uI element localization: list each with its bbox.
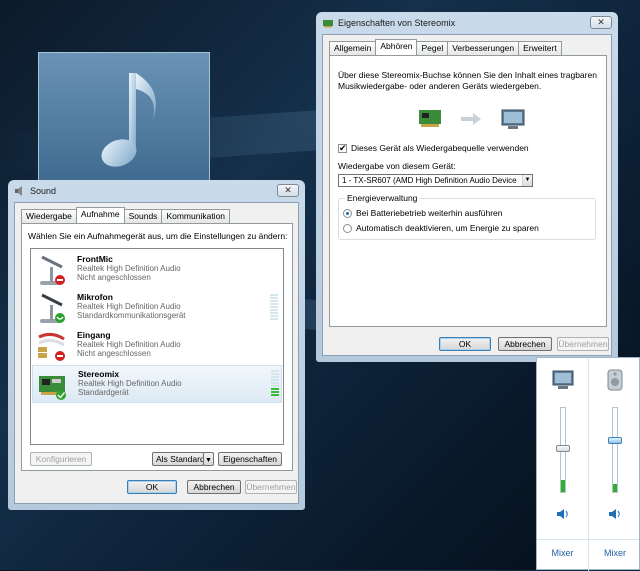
list-item[interactable]: Eingang Realtek High Definition Audio Ni… — [32, 327, 282, 365]
tab-wiedergabe[interactable]: Wiedergabe — [21, 209, 77, 223]
speaker-icon — [14, 185, 26, 197]
sound-titlebar[interactable]: Sound — [8, 180, 305, 202]
device-name: Eingang — [77, 330, 111, 340]
list-item[interactable]: Mikrofon Realtek High Definition Audio S… — [32, 289, 282, 327]
device-name: Mikrofon — [77, 292, 113, 302]
device-status: Nicht angeschlossen — [77, 273, 151, 282]
tab-pegel[interactable]: Pegel — [416, 41, 449, 55]
playback-label: Wiedergabe von diesem Gerät: — [338, 161, 456, 171]
tab-sounds[interactable]: Sounds — [123, 209, 163, 223]
cancel-button[interactable]: Abbrechen — [187, 480, 241, 494]
close-button[interactable]: ✕ — [277, 184, 299, 197]
device-status: Nicht angeschlossen — [77, 349, 151, 358]
listen-checkbox[interactable]: ✔ — [338, 143, 347, 154]
microphone-icon — [40, 255, 65, 285]
level-meter — [270, 294, 278, 320]
recording-panel: Wählen Sie ein Aufnahmegerät aus, um die… — [21, 223, 293, 471]
chevron-down-icon: ▼ — [522, 175, 532, 186]
volume-level-fill — [613, 484, 617, 492]
sound-card-icon — [419, 110, 441, 127]
apply-button[interactable]: Übernehmen — [557, 337, 609, 351]
radio-disable[interactable] — [343, 224, 352, 234]
sound-card-icon — [322, 17, 334, 29]
device-name: Stereomix — [78, 369, 120, 379]
volume-slider-track[interactable] — [556, 407, 570, 493]
radio-continue[interactable] — [343, 209, 352, 219]
volume-mixer: Mixer Mixer — [536, 357, 640, 571]
properties-titlebar[interactable]: Eigenschaften von Stereomix — [316, 12, 618, 34]
speaker-icon[interactable] — [556, 508, 570, 520]
desktop-music-tile — [38, 52, 210, 184]
cancel-button[interactable]: Abbrechen — [498, 337, 552, 351]
radio-disable-row[interactable]: Automatisch deaktivieren, um Energie zu … — [343, 223, 539, 234]
ok-button[interactable]: OK — [439, 337, 491, 351]
mixer-link[interactable]: Mixer — [537, 548, 588, 558]
system-sounds-icon — [607, 369, 623, 391]
volume-slider-thumb[interactable] — [556, 445, 570, 452]
radio-disable-label: Automatisch deaktivieren, um Energie zu … — [356, 223, 539, 233]
dropdown-arrow-icon: ▼ — [205, 457, 212, 464]
playback-device-value: 1 - TX-SR607 (AMD High Definition Audio … — [342, 176, 517, 185]
list-item[interactable]: FrontMic Realtek High Definition Audio N… — [32, 251, 282, 289]
volume-level-fill — [561, 480, 565, 492]
device-driver: Realtek High Definition Audio — [77, 264, 181, 273]
group-title: Energieverwaltung — [345, 193, 420, 203]
tab-erweitert[interactable]: Erweitert — [518, 41, 562, 55]
window-title: Sound — [30, 186, 57, 196]
monitor-speaker-icon — [552, 370, 574, 389]
tab-allgemein[interactable]: Allgemein — [329, 41, 377, 55]
properties-client: Allgemein Abhören Pegel Verbesserungen E… — [322, 34, 612, 356]
device-driver: Realtek High Definition Audio — [77, 340, 181, 349]
set-default-button[interactable]: Als Standard — [152, 452, 205, 466]
configure-button[interactable]: Konfigurieren — [30, 452, 92, 466]
line-in-icon — [38, 332, 65, 361]
listen-panel: Über diese Stereomix-Buchse können Sie d… — [329, 55, 607, 327]
properties-button[interactable]: Eigenschaften — [218, 452, 282, 466]
radio-continue-label: Bei Batteriebetrieb weiterhin ausführen — [356, 208, 503, 218]
playback-device-select[interactable]: 1 - TX-SR607 (AMD High Definition Audio … — [338, 174, 533, 187]
instruction-text: Wählen Sie ein Aufnahmegerät aus, um die… — [28, 231, 288, 241]
tab-strip: Allgemein Abhören Pegel Verbesserungen E… — [329, 39, 562, 55]
window-title: Eigenschaften von Stereomix — [338, 18, 456, 28]
monitor-speaker-icon — [501, 109, 525, 129]
power-management-group: Energieverwaltung Bei Batteriebetrieb we… — [338, 193, 596, 240]
tab-aufnahme[interactable]: Aufnahme — [75, 207, 125, 223]
description-line-1: Über diese Stereomix-Buchse können Sie d… — [338, 70, 597, 80]
set-default-dropdown[interactable]: ▼ — [203, 452, 214, 466]
volume-slider-thumb[interactable] — [608, 437, 622, 444]
sound-dialog: Sound ✕ Wiedergabe Aufnahme Sounds Kommu… — [8, 180, 305, 510]
device-driver: Realtek High Definition Audio — [78, 379, 182, 388]
mixer-link[interactable]: Mixer — [589, 548, 640, 558]
speaker-icon[interactable] — [608, 508, 622, 520]
properties-dialog: Eigenschaften von Stereomix ✕ Allgemein … — [316, 12, 618, 362]
apply-button[interactable]: Übernehmen — [245, 480, 297, 494]
music-note-icon — [101, 73, 156, 167]
ok-button[interactable]: OK — [127, 480, 177, 494]
level-meter — [271, 370, 279, 396]
checkmark-icon: ✔ — [339, 143, 347, 154]
mixer-divider — [537, 539, 639, 540]
device-status: Standardkommunikationsgerät — [77, 311, 186, 320]
volume-slider-track[interactable] — [608, 407, 622, 493]
tab-abhoeren[interactable]: Abhören — [375, 39, 418, 55]
listen-checkbox-row[interactable]: ✔ Dieses Gerät als Wiedergabequelle verwe… — [338, 143, 529, 154]
tab-verbesserungen[interactable]: Verbesserungen — [447, 41, 520, 55]
close-button[interactable]: ✕ — [590, 16, 612, 29]
description-line-2: Musikwiedergabe- oder anderen Geräts wie… — [338, 81, 542, 91]
tab-kommunikation[interactable]: Kommunikation — [161, 209, 231, 223]
sound-card-icon — [39, 376, 66, 400]
device-driver: Realtek High Definition Audio — [77, 302, 181, 311]
list-item-selected[interactable]: Stereomix Realtek High Definition Audio … — [32, 365, 282, 403]
arrow-right-icon — [461, 113, 481, 125]
device-list[interactable]: FrontMic Realtek High Definition Audio N… — [30, 248, 284, 445]
radio-continue-row[interactable]: Bei Batteriebetrieb weiterhin ausführen — [343, 208, 503, 219]
device-name: FrontMic — [77, 254, 113, 264]
sound-client: Wiedergabe Aufnahme Sounds Kommunikation… — [14, 202, 299, 504]
listen-checkbox-label: Dieses Gerät als Wiedergabequelle verwen… — [351, 143, 529, 153]
microphone-icon — [40, 293, 65, 323]
device-status: Standardgerät — [78, 388, 129, 397]
tab-strip: Wiedergabe Aufnahme Sounds Kommunikation — [21, 207, 231, 223]
